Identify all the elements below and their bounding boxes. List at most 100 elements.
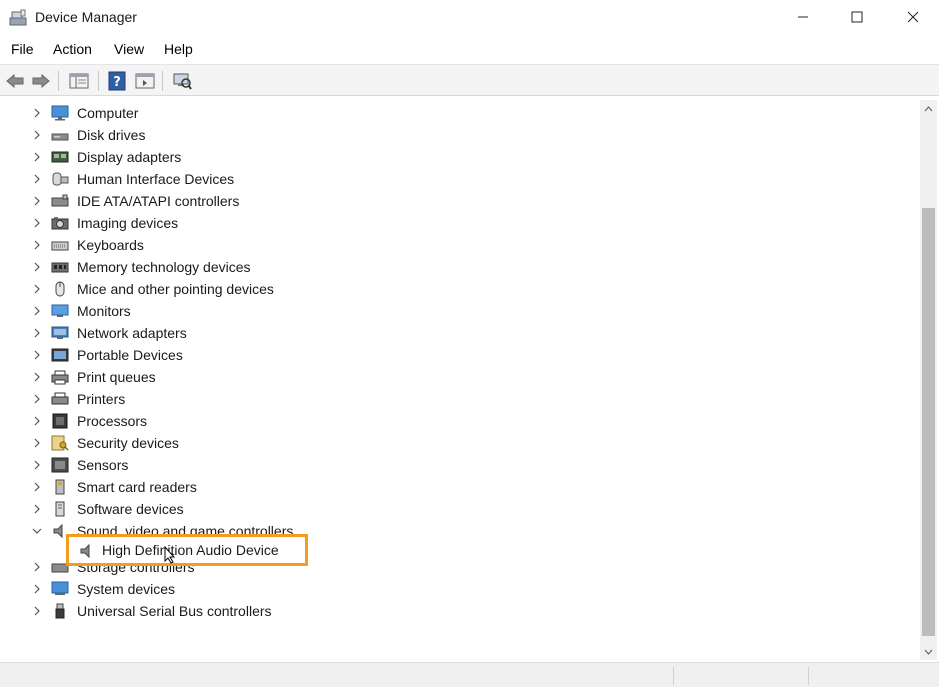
chevron-right-icon[interactable] — [32, 262, 42, 272]
tree-item-human-interface-devices[interactable]: Human Interface Devices — [4, 168, 904, 190]
console-tree-button[interactable] — [134, 70, 156, 92]
disk-drive-icon — [51, 133, 69, 141]
scroll-up-button[interactable] — [920, 100, 937, 117]
chevron-right-icon[interactable] — [32, 174, 42, 184]
chevron-down-icon[interactable] — [32, 526, 42, 536]
tree-item-imaging-devices[interactable]: Imaging devices — [4, 212, 904, 234]
chevron-right-icon[interactable] — [32, 606, 42, 616]
chevron-right-icon[interactable] — [32, 306, 42, 316]
chevron-right-icon[interactable] — [32, 328, 42, 338]
back-button[interactable] — [4, 70, 26, 92]
minimize-button[interactable] — [780, 0, 826, 34]
scan-hardware-button[interactable] — [171, 70, 193, 92]
portable-device-icon — [51, 348, 69, 362]
chevron-right-icon[interactable] — [32, 284, 42, 294]
tree-item-processors[interactable]: Processors — [4, 410, 904, 432]
mouse-icon — [55, 281, 65, 297]
tree-item-label: Sensors — [77, 457, 129, 473]
help-button[interactable]: ? — [106, 70, 128, 92]
chevron-down-icon — [924, 649, 933, 655]
printer-icon — [51, 392, 69, 405]
sensor-icon — [51, 457, 69, 473]
tree-item-label: Portable Devices — [77, 347, 183, 363]
network-icon — [51, 326, 69, 339]
tree-item-monitors[interactable]: Monitors — [4, 300, 904, 322]
tree-item-software-devices[interactable]: Software devices — [4, 498, 904, 520]
chevron-right-icon[interactable] — [32, 196, 42, 206]
toolbar: ? — [0, 64, 939, 96]
menu-file[interactable]: File — [11, 41, 34, 57]
chevron-right-icon[interactable] — [32, 152, 42, 162]
tree-item-mice[interactable]: Mice and other pointing devices — [4, 278, 904, 300]
chevron-right-icon[interactable] — [32, 504, 42, 514]
forward-button[interactable] — [30, 70, 52, 92]
menu-help[interactable]: Help — [164, 41, 193, 57]
tree-item-label: Display adapters — [77, 149, 182, 165]
tree-item-label: Computer — [77, 105, 139, 121]
tree-item-high-definition-audio-device[interactable]: High Definition Audio Device — [66, 534, 308, 566]
chevron-right-icon[interactable] — [32, 372, 42, 382]
tree-item-portable-devices[interactable]: Portable Devices — [4, 344, 904, 366]
tree-item-smart-card-readers[interactable]: Smart card readers — [4, 476, 904, 498]
chevron-right-icon[interactable] — [32, 130, 42, 140]
hid-icon — [52, 172, 69, 186]
maximize-button[interactable] — [834, 0, 880, 34]
mouse-cursor-icon — [164, 546, 176, 564]
maximize-icon — [851, 11, 863, 23]
tree-item-label: Universal Serial Bus controllers — [77, 603, 272, 619]
tree-item-label: Printers — [77, 391, 126, 407]
menu-action[interactable]: Action — [53, 41, 92, 57]
tree-item-keyboards[interactable]: Keyboards — [4, 234, 904, 256]
minimize-icon — [798, 16, 808, 18]
tree-item-label: High Definition Audio Device — [102, 542, 279, 558]
chevron-right-icon[interactable] — [32, 438, 42, 448]
scroll-down-button[interactable] — [920, 643, 937, 660]
properties-pane-button[interactable] — [68, 70, 90, 92]
menu-view[interactable]: View — [114, 41, 144, 57]
tree-item-security-devices[interactable]: Security devices — [4, 432, 904, 454]
tree-item-label: Software devices — [77, 501, 184, 517]
help-icon: ? — [108, 71, 126, 91]
close-button[interactable] — [890, 0, 936, 34]
close-icon — [907, 11, 919, 23]
chevron-right-icon[interactable] — [32, 240, 42, 250]
forward-icon — [32, 74, 50, 88]
system-device-icon — [51, 581, 69, 595]
monitor-icon — [51, 304, 69, 317]
chevron-right-icon[interactable] — [32, 584, 42, 594]
keyboard-icon — [51, 241, 69, 251]
tree-item-memory-technology-devices[interactable]: Memory technology devices — [4, 256, 904, 278]
device-manager-icon — [9, 9, 27, 26]
tree-item-computer[interactable]: Computer — [4, 102, 904, 124]
tree-item-print-queues[interactable]: Print queues — [4, 366, 904, 388]
tree-item-label: Memory technology devices — [77, 259, 251, 275]
tree-item-sensors[interactable]: Sensors — [4, 454, 904, 476]
chevron-right-icon[interactable] — [32, 108, 42, 118]
speaker-icon — [80, 543, 90, 559]
tree-item-label: Disk drives — [77, 127, 146, 143]
toolbar-separator — [162, 71, 163, 91]
processor-icon — [52, 413, 68, 429]
scroll-thumb[interactable] — [922, 208, 935, 636]
chevron-right-icon[interactable] — [32, 416, 42, 426]
tree-item-label: Keyboards — [77, 237, 144, 253]
tree-item-disk-drives[interactable]: Disk drives — [4, 124, 904, 146]
chevron-right-icon[interactable] — [32, 562, 42, 572]
chevron-right-icon[interactable] — [32, 218, 42, 228]
status-separator — [673, 667, 674, 685]
print-queue-icon — [51, 370, 69, 385]
tree-item-system-devices[interactable]: System devices — [4, 578, 904, 600]
vertical-scrollbar[interactable] — [920, 100, 937, 660]
tree-item-display-adapters[interactable]: Display adapters — [4, 146, 904, 168]
chevron-right-icon[interactable] — [32, 394, 42, 404]
tree-item-usb-controllers[interactable]: Universal Serial Bus controllers — [4, 600, 904, 622]
tree-item-ide-ata-atapi-controllers[interactable]: IDE ATA/ATAPI controllers — [4, 190, 904, 212]
tree-item-printers[interactable]: Printers — [4, 388, 904, 410]
scan-hardware-icon — [173, 73, 192, 90]
status-separator — [808, 667, 809, 685]
chevron-right-icon[interactable] — [32, 482, 42, 492]
computer-icon — [51, 105, 69, 121]
chevron-right-icon[interactable] — [32, 350, 42, 360]
tree-item-network-adapters[interactable]: Network adapters — [4, 322, 904, 344]
chevron-right-icon[interactable] — [32, 460, 42, 470]
